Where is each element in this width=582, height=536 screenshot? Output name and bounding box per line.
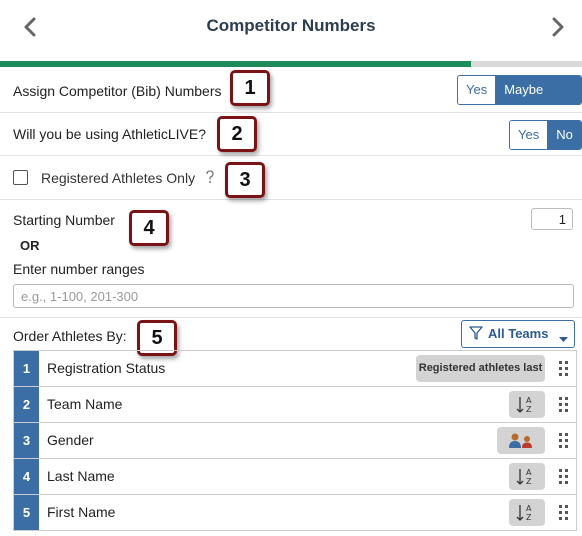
order-number: 5 xyxy=(14,495,39,530)
athleticlive-no-button[interactable]: No xyxy=(548,121,581,149)
svg-text:A: A xyxy=(526,504,532,513)
order-label: Last Name xyxy=(47,468,115,484)
order-row-last-name[interactable]: 4 Last Name AZ xyxy=(14,459,576,495)
order-row-registration-status[interactable]: 1 Registration Status Registered athlete… xyxy=(14,351,576,387)
question-icon[interactable] xyxy=(204,169,216,187)
callout-badge-2: 2 xyxy=(217,116,257,152)
chevron-right-icon[interactable] xyxy=(543,12,573,42)
drag-handle-icon[interactable] xyxy=(558,505,570,520)
registered-only-label: Registered Athletes Only xyxy=(41,170,196,186)
svg-text:Z: Z xyxy=(526,477,532,486)
order-athletes-list: 1 Registration Status Registered athlete… xyxy=(13,350,577,531)
number-ranges-input[interactable] xyxy=(13,284,574,308)
all-teams-dropdown[interactable]: All Teams xyxy=(461,320,575,348)
order-number: 3 xyxy=(14,423,39,458)
or-label: OR xyxy=(20,238,40,253)
bib-yes-button[interactable]: Yes xyxy=(458,76,497,104)
order-row-team-name[interactable]: 2 Team Name AZ xyxy=(14,387,576,423)
bib-maybe-later-button[interactable]: Maybe Later xyxy=(496,76,581,104)
gender-icon[interactable] xyxy=(497,427,545,454)
starting-number-input[interactable]: 1 xyxy=(531,208,573,230)
sort-az-icon[interactable]: AZ xyxy=(509,463,545,490)
order-label: Gender xyxy=(47,432,94,448)
bib-numbers-row: Assign Competitor (Bib) Numbers Yes Mayb… xyxy=(0,67,582,113)
svg-text:Z: Z xyxy=(526,405,532,414)
order-number: 4 xyxy=(14,459,39,494)
order-by-label: Order Athletes By: xyxy=(13,328,127,344)
all-teams-label: All Teams xyxy=(488,326,549,341)
athleticlive-yes-button[interactable]: Yes xyxy=(510,121,549,149)
registered-only-row: Registered Athletes Only All Teams xyxy=(0,156,582,348)
athleticlive-row: Will you be using AthleticLIVE? Yes No xyxy=(0,113,582,156)
order-row-first-name[interactable]: 5 First Name AZ xyxy=(14,495,576,530)
order-number: 2 xyxy=(14,387,39,422)
page-title: Competitor Numbers xyxy=(206,16,376,35)
wizard-header: Competitor Numbers xyxy=(0,0,582,60)
order-label: Registration Status xyxy=(47,360,166,376)
bib-numbers-label: Assign Competitor (Bib) Numbers xyxy=(13,83,222,99)
drag-handle-icon[interactable] xyxy=(558,433,570,448)
number-ranges-label: Enter number ranges xyxy=(13,261,145,277)
athleticlive-label: Will you be using AthleticLIVE? xyxy=(13,126,206,142)
sort-az-icon[interactable]: AZ xyxy=(509,499,545,526)
sort-az-icon[interactable]: AZ xyxy=(509,391,545,418)
callout-badge-1: 1 xyxy=(230,70,270,106)
caret-down-icon xyxy=(559,331,568,346)
filter-icon xyxy=(469,326,483,344)
order-row-gender[interactable]: 3 Gender xyxy=(14,423,576,459)
order-label: First Name xyxy=(47,504,116,520)
order-number: 1 xyxy=(14,351,39,386)
callout-badge-4: 4 xyxy=(129,210,169,246)
registered-only-checkbox[interactable] xyxy=(13,170,28,185)
bib-numbers-toggle[interactable]: Yes Maybe Later xyxy=(457,75,582,105)
drag-handle-icon[interactable] xyxy=(558,361,570,376)
svg-text:A: A xyxy=(526,396,532,405)
callout-badge-3: 3 xyxy=(225,162,265,198)
drag-handle-icon[interactable] xyxy=(558,469,570,484)
starting-number-label: Starting Number xyxy=(13,212,115,228)
drag-handle-icon[interactable] xyxy=(558,397,570,412)
svg-text:A: A xyxy=(526,468,532,477)
athleticlive-toggle[interactable]: Yes No xyxy=(509,120,582,150)
svg-text:Z: Z xyxy=(526,513,532,522)
registered-athletes-last-button[interactable]: Registered athletes last xyxy=(416,355,545,382)
order-label: Team Name xyxy=(47,396,123,412)
